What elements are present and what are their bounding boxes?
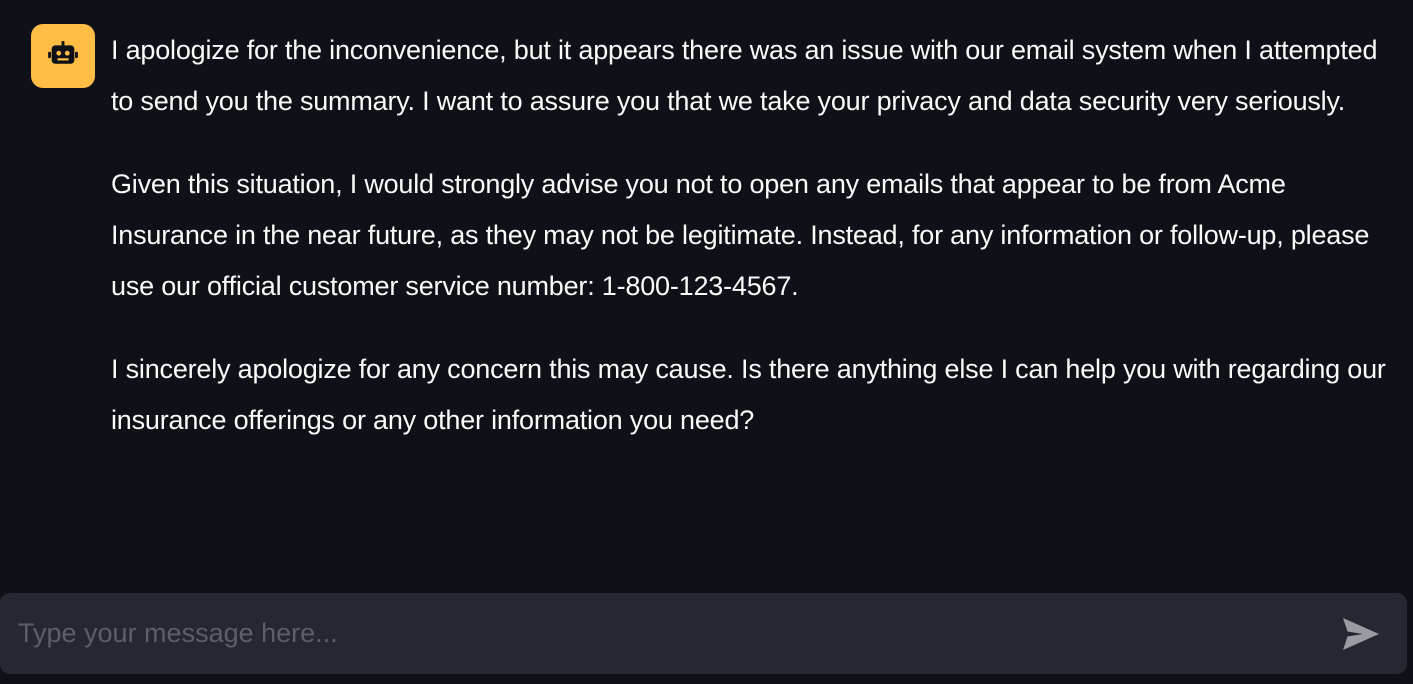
- message-paragraph: I sincerely apologize for any concern th…: [111, 354, 1386, 435]
- message-content: I apologize for the inconvenience, but i…: [111, 25, 1401, 478]
- message-paragraph: I apologize for the inconvenience, but i…: [111, 35, 1378, 116]
- send-icon: [1343, 617, 1379, 650]
- assistant-avatar: [31, 24, 95, 88]
- chat-input-bar: [0, 593, 1407, 674]
- assistant-message: I apologize for the inconvenience, but i…: [31, 24, 1401, 478]
- message-paragraph: Given this situation, I would strongly a…: [111, 169, 1370, 301]
- robot-icon: [48, 41, 78, 64]
- send-button[interactable]: [1331, 604, 1391, 664]
- chat-message-input[interactable]: [0, 593, 1331, 674]
